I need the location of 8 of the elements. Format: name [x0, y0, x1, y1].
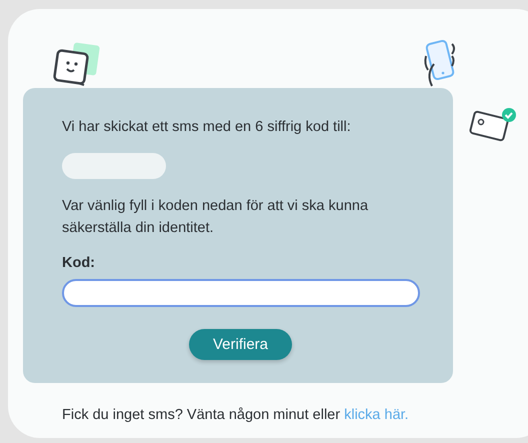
- resend-text: Fick du inget sms? Vänta någon minut eller klicka här.: [62, 407, 410, 423]
- instruction-text: Var vänlig fyll i koden nedan för att vi ska kunna säkerställa din identitet.: [62, 197, 370, 238]
- code-label: Kod:: [62, 255, 96, 271]
- chat-face-icon: [52, 42, 102, 88]
- verify-button[interactable]: Verifiera: [189, 329, 292, 360]
- intro-text: Vi har skickat ett sms med en 6 siffrig kod till:: [62, 118, 352, 137]
- code-field[interactable]: [62, 279, 420, 307]
- resend-link[interactable]: klicka här.: [344, 407, 409, 423]
